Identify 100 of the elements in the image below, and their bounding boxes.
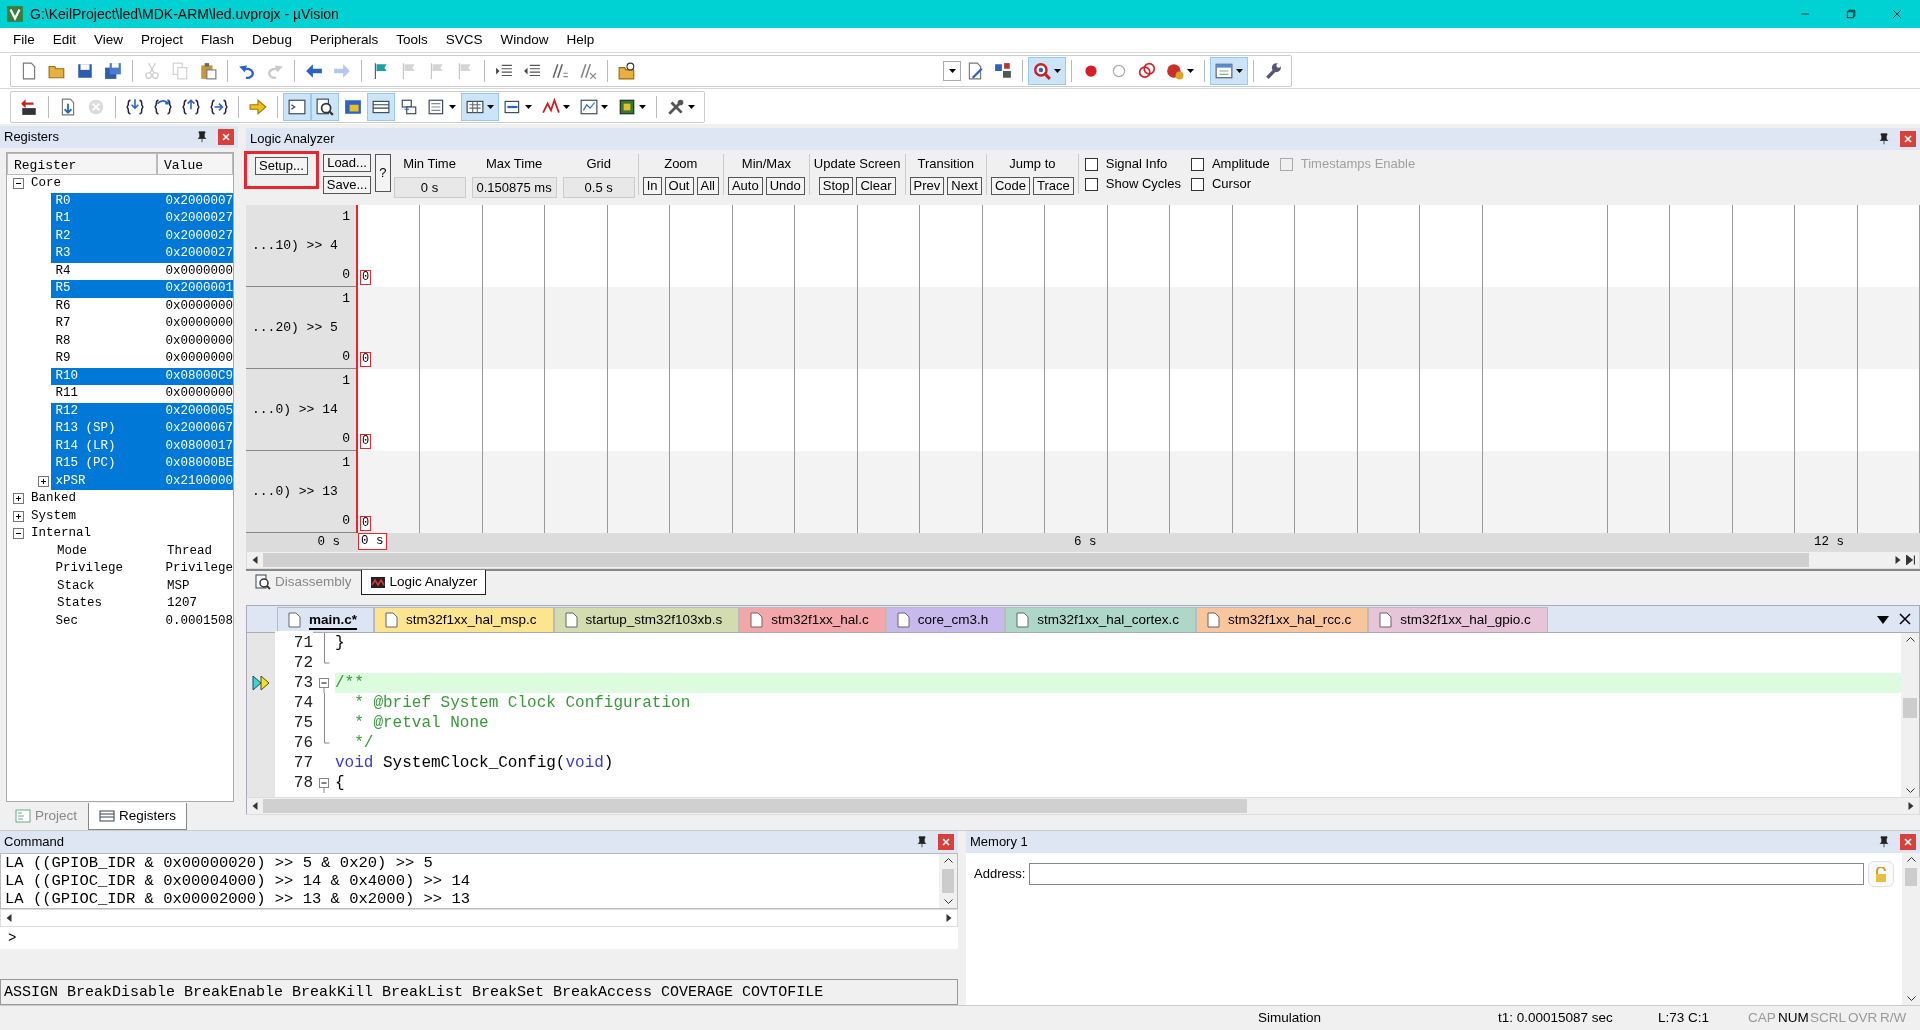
toolbar-button[interactable]: Load... xyxy=(322,154,372,172)
scroll-thumb[interactable] xyxy=(1905,868,1917,886)
register-name[interactable]: Sec xyxy=(51,611,166,631)
scrollbar[interactable] xyxy=(246,551,1920,569)
command-input[interactable] xyxy=(24,927,958,949)
toolbar-button[interactable]: In xyxy=(642,176,662,195)
scrollbar[interactable] xyxy=(246,797,1920,815)
toolbar-button[interactable] xyxy=(311,92,339,121)
scroll-down-icon[interactable] xyxy=(943,899,953,904)
menu-item[interactable]: Edit xyxy=(43,27,86,53)
register-name[interactable]: R7 xyxy=(51,314,166,334)
register-name[interactable]: R10 xyxy=(51,366,166,386)
register-name[interactable]: R3 xyxy=(51,244,166,264)
expand-icon[interactable] xyxy=(13,510,24,522)
toolbar-button[interactable]: Stop xyxy=(818,176,854,195)
register-name[interactable]: Banked xyxy=(27,489,167,509)
address-field[interactable] xyxy=(1029,863,1864,885)
toolbar-button[interactable]: All xyxy=(696,176,719,195)
toolbar-button[interactable]: Auto xyxy=(727,176,763,195)
scroll-right-icon[interactable] xyxy=(1895,556,1901,564)
close-icon[interactable] xyxy=(1891,8,1903,20)
register-name[interactable]: R12 xyxy=(51,401,166,421)
menu-item[interactable]: File xyxy=(4,27,44,53)
register-name[interactable]: Privilege xyxy=(51,559,166,579)
scroll-up-icon[interactable] xyxy=(1905,637,1915,642)
fold-icon[interactable] xyxy=(319,778,329,793)
register-name[interactable]: xPSR xyxy=(51,471,166,491)
toolbar-button[interactable]: Undo xyxy=(765,176,805,195)
register-name[interactable]: R1 xyxy=(51,209,166,229)
pin-icon[interactable] xyxy=(916,836,928,848)
dropdown-icon[interactable] xyxy=(1877,616,1889,624)
register-name[interactable]: Core xyxy=(27,174,167,194)
expand-icon[interactable] xyxy=(13,493,24,505)
toolbar-button[interactable]: Code xyxy=(991,176,1031,195)
scroll-end-icon[interactable] xyxy=(1906,555,1915,565)
file-tab[interactable]: stm32f1xx_hal_rcc.c xyxy=(1196,607,1369,632)
toolbar-button[interactable]: Trace xyxy=(1033,176,1074,195)
scroll-right-icon[interactable] xyxy=(946,914,952,922)
toolbar-button[interactable]: Save... xyxy=(322,176,372,194)
column-header[interactable]: Value xyxy=(157,153,233,175)
tab[interactable]: Registers xyxy=(88,802,188,830)
toolbar-button[interactable] xyxy=(461,92,499,121)
scrollbar[interactable] xyxy=(1901,633,1919,797)
toolbar-button[interactable]: Setup... xyxy=(255,157,308,175)
scroll-right-icon[interactable] xyxy=(1908,802,1914,810)
scroll-left-icon[interactable] xyxy=(252,802,258,810)
scroll-thumb[interactable] xyxy=(942,869,954,893)
pin-icon[interactable] xyxy=(196,131,208,143)
register-name[interactable]: R0 xyxy=(51,191,166,211)
menu-item[interactable]: Peripherals xyxy=(300,27,388,53)
register-name[interactable]: States xyxy=(53,594,167,614)
scroll-left-icon[interactable] xyxy=(252,556,258,564)
register-name[interactable]: R4 xyxy=(51,261,166,281)
pin-icon[interactable] xyxy=(1878,133,1890,145)
menu-item[interactable]: Debug xyxy=(243,27,301,53)
scroll-down-icon[interactable] xyxy=(1906,996,1916,1001)
menu-item[interactable]: Tools xyxy=(387,27,437,53)
menu-item[interactable]: Help xyxy=(557,27,604,53)
restore-icon[interactable] xyxy=(1845,8,1857,20)
scrollbar[interactable] xyxy=(939,854,957,908)
pin-icon[interactable] xyxy=(1878,836,1890,848)
toolbar-button[interactable]: Prev xyxy=(909,176,945,195)
toolbar-button[interactable] xyxy=(367,92,395,121)
file-tab[interactable]: startup_stm32f103xb.s xyxy=(553,607,740,632)
menu-item[interactable]: Project xyxy=(132,27,193,53)
register-name[interactable]: Mode xyxy=(53,541,167,561)
checkbox[interactable]: Cursor xyxy=(1190,174,1270,194)
column-header[interactable]: Register xyxy=(7,153,157,175)
register-name[interactable]: R9 xyxy=(51,349,166,369)
register-name[interactable]: R8 xyxy=(51,331,166,351)
scrollbar[interactable] xyxy=(1902,853,1920,1005)
scroll-left-icon[interactable] xyxy=(6,914,12,922)
register-name[interactable]: Stack xyxy=(53,576,167,596)
expand-icon[interactable] xyxy=(37,475,49,487)
file-tab[interactable]: stm32f1xx_hal.c xyxy=(739,607,886,632)
menu-item[interactable]: SVCS xyxy=(436,27,492,53)
fold-icon[interactable] xyxy=(319,678,329,693)
collapse-icon[interactable] xyxy=(13,178,24,190)
tab[interactable]: Logic Analyzer xyxy=(360,569,487,595)
checkbox[interactable]: Amplitude xyxy=(1190,154,1270,174)
scroll-thumb[interactable] xyxy=(1903,698,1917,719)
menu-item[interactable]: View xyxy=(85,27,133,53)
menu-item[interactable]: Flash xyxy=(192,27,244,53)
collapse-icon[interactable] xyxy=(13,528,24,540)
register-name[interactable]: R13 (SP) xyxy=(51,419,166,439)
register-name[interactable]: R6 xyxy=(51,296,166,316)
register-name[interactable]: R15 (PC) xyxy=(51,454,166,474)
close-icon[interactable] xyxy=(1899,613,1911,625)
file-tab[interactable]: main.c* xyxy=(277,607,375,632)
file-tab[interactable]: stm32f1xx_hal_gpio.c xyxy=(1368,607,1548,632)
register-name[interactable]: R11 xyxy=(51,384,166,404)
register-name[interactable]: Internal xyxy=(27,524,167,544)
file-tab[interactable]: stm32f1xx_hal_msp.c xyxy=(374,607,554,632)
scroll-thumb[interactable] xyxy=(263,553,1809,567)
menu-item[interactable]: Window xyxy=(491,27,558,53)
file-tab[interactable]: stm32f1xx_hal_cortex.c xyxy=(1005,607,1197,632)
toolbar-button[interactable]: Clear xyxy=(856,176,896,195)
toolbar-button[interactable]: Out xyxy=(664,176,694,195)
register-name[interactable]: R2 xyxy=(51,226,166,246)
toolbar-button[interactable]: ? xyxy=(375,154,391,192)
